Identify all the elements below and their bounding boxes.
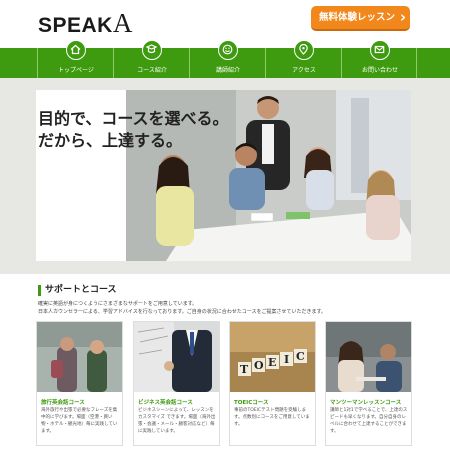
section-desc-line1: 確実に英語が身につくようにさまざまなサポートをご用意しています。 (38, 301, 198, 307)
nav-label: 講師紹介 (215, 67, 240, 74)
course-icon (142, 40, 162, 60)
card-text: 講師と1対1で学べることで、上達のスピードも早くなります。自分自身のレベルに合わ… (330, 408, 408, 434)
hero-title-line2: だから、上達する。 (38, 131, 183, 150)
nav-item-access[interactable]: アクセス (265, 40, 341, 78)
card-title: マンツーマンレッスンコース (330, 400, 402, 406)
card-title: ビジネス英会話コース (138, 400, 193, 406)
hero-title: 目的で、コースを選べる。 だから、上達する。 (38, 108, 229, 152)
nav-label: アクセス (292, 67, 316, 74)
svg-text:I: I (284, 353, 289, 366)
svg-text:T: T (240, 363, 249, 376)
global-nav: トップページ コース紹介 講師紹介 アクセス お問い合わせ (0, 40, 450, 78)
teacher-icon (218, 40, 238, 60)
nav-label: コース紹介 (137, 67, 167, 74)
nav-item-course[interactable]: コース紹介 (113, 40, 189, 78)
card-photo: T O E I C (230, 322, 315, 392)
card-text: 海外旅行や出張で必要なフレーズを集中的に学びます。場面（空港・買い物・ホテル・観… (41, 408, 118, 434)
card-text: 事前のTOEICテスト問題を受験します。点数別にコースをご用意しています。 (234, 408, 310, 427)
card-photo (37, 322, 122, 392)
nav-label: お問い合わせ (361, 67, 398, 74)
chevron-right-icon: › (399, 8, 406, 26)
card-photo (326, 322, 411, 392)
card-text: ビジネスシーンによって、レッスンを カスタマイズ できます。場面（海外出張・会議… (138, 408, 216, 434)
card-photo (134, 322, 219, 392)
logo-prefix: SPEAK (38, 14, 113, 37)
section-title: サポートとコース (38, 285, 117, 296)
course-card-private[interactable]: マンツーマンレッスンコース 講師と1対1で学べることで、上達のスピードも早くなり… (325, 321, 412, 446)
svg-text:O: O (254, 359, 264, 372)
home-icon (66, 40, 86, 60)
free-trial-label: 無料体験レッスン (319, 12, 396, 23)
nav-item-contact[interactable]: お問い合わせ (341, 40, 417, 78)
map-pin-icon (294, 40, 314, 60)
course-card-toeic[interactable]: T O E I C TOEICコース 事前のTOEICテスト問題を受験します。点… (229, 321, 316, 446)
section-description: 確実に英語が身につくようにさまざまなサポートをご用意しています。 日本人カウンセ… (38, 300, 408, 316)
nav-item-top[interactable]: トップページ (37, 40, 113, 78)
nav-item-teacher[interactable]: 講師紹介 (189, 40, 265, 78)
card-title: 旅行英会話コース (41, 400, 85, 406)
card-title: TOEICコース (234, 400, 269, 406)
site-logo[interactable]: SPEAKA (38, 8, 133, 39)
logo-suffix: A (112, 8, 133, 38)
course-card-business[interactable]: ビジネス英会話コース ビジネスシーンによって、レッスンを カスタマイズ できます… (133, 321, 220, 446)
section-desc-line2: 日本人カウンセラーによる、学習アドバイスを行なっております。ご自身の状況に合わせ… (38, 309, 327, 315)
hero-title-line1: 目的で、コースを選べる。 (38, 109, 229, 128)
mail-icon (370, 40, 390, 60)
free-trial-button[interactable]: 無料体験レッスン › (311, 6, 410, 31)
svg-text:C: C (296, 350, 305, 363)
course-card-travel[interactable]: 旅行英会話コース 海外旅行や出張で必要なフレーズを集中的に学びます。場面（空港・… (36, 321, 123, 446)
nav-label: トップページ (58, 67, 94, 74)
hero-banner: 目的で、コースを選べる。 だから、上達する。 (36, 90, 411, 261)
svg-text:E: E (268, 356, 276, 369)
